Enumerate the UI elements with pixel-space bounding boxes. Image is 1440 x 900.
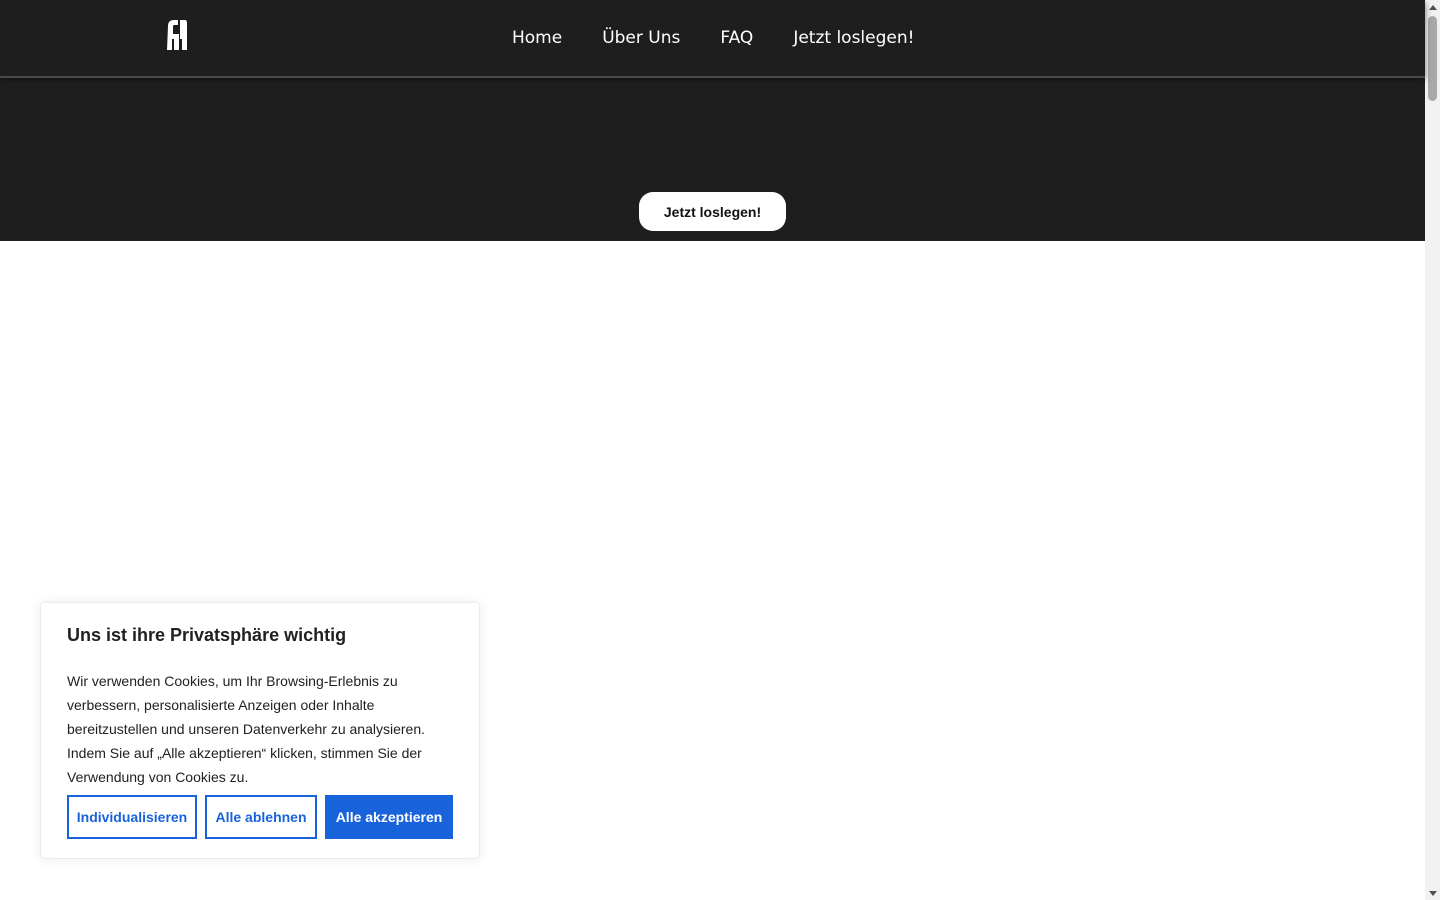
scroll-up-arrow-icon[interactable]: [1425, 0, 1440, 14]
cookie-banner-title: Uns ist ihre Privatsphäre wichtig: [67, 625, 347, 645]
page: Home Über Uns FAQ Jetzt loslegen! Jetzt …: [0, 0, 1425, 900]
customize-cookies-button[interactable]: Individualisieren: [67, 795, 197, 839]
accept-all-cookies-button[interactable]: Alle akzeptieren: [325, 795, 453, 839]
hero-get-started-button[interactable]: Jetzt loslegen!: [639, 192, 786, 231]
scrollbar-thumb[interactable]: [1428, 16, 1437, 101]
nav-link-about[interactable]: Über Uns: [602, 28, 680, 48]
main-nav: Home Über Uns FAQ Jetzt loslegen!: [512, 0, 914, 76]
reject-all-cookies-button[interactable]: Alle ablehnen: [205, 795, 317, 839]
header-divider: [0, 76, 1425, 78]
site-header: Home Über Uns FAQ Jetzt loslegen!: [0, 0, 1425, 76]
nav-link-faq[interactable]: FAQ: [720, 28, 753, 48]
scroll-down-arrow-icon[interactable]: [1425, 886, 1440, 900]
abstract-a-logo-icon[interactable]: [166, 20, 188, 50]
cookie-banner-text: Wir verwenden Cookies, um Ihr Browsing-E…: [67, 673, 425, 785]
cookie-banner-actions: Individualisieren Alle ablehnen Alle akz…: [67, 795, 453, 839]
vertical-scrollbar[interactable]: [1425, 0, 1440, 900]
nav-link-home[interactable]: Home: [512, 28, 562, 48]
nav-link-get-started[interactable]: Jetzt loslegen!: [793, 28, 914, 48]
cookie-consent-banner: Uns ist ihre Privatsphäre wichtig Wir ve…: [40, 602, 480, 859]
hero-section: Jetzt loslegen!: [0, 76, 1425, 241]
